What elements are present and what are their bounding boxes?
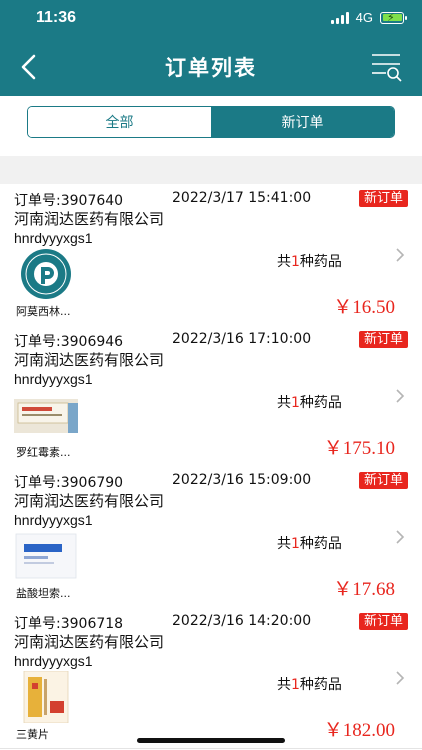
- order-card[interactable]: 订单号:3906718 2022/3/16 14:20:00 新订单 河南润达医…: [0, 607, 422, 749]
- status-badge: 新订单: [358, 613, 408, 630]
- account-id: hnrdyyyxgs1: [14, 653, 93, 669]
- status-badge: 新订单: [358, 190, 408, 207]
- tab-bar: 全部 新订单: [0, 96, 422, 156]
- item-count: 共1种药品: [277, 536, 342, 552]
- company-name: 河南润达医药有限公司: [14, 210, 165, 228]
- item-count: 共1种药品: [277, 254, 342, 270]
- account-id: hnrdyyyxgs1: [14, 512, 93, 528]
- order-datetime: 2022/3/16 17:10:00: [172, 331, 312, 347]
- order-card[interactable]: 订单号:3906790 2022/3/16 15:09:00 新订单 河南润达医…: [0, 466, 422, 608]
- order-number: 订单号:3906946: [14, 334, 124, 350]
- account-id: hnrdyyyxgs1: [14, 230, 93, 246]
- battery-icon: ⚡: [380, 11, 407, 24]
- order-datetime: 2022/3/17 15:41:00: [172, 190, 312, 206]
- nav-bar: 订单列表: [0, 40, 422, 96]
- product-name: 三黄片: [16, 728, 49, 741]
- segmented-control: 全部 新订单: [27, 106, 395, 138]
- order-price: ￥182.00: [323, 720, 395, 741]
- order-price: ￥17.68: [333, 579, 395, 600]
- product-name: 阿莫西林...: [16, 305, 71, 318]
- status-badge: 新订单: [358, 472, 408, 489]
- product-name: 罗红霉素...: [16, 446, 71, 459]
- filter-search-button[interactable]: [370, 52, 404, 82]
- chevron-right-icon: [396, 248, 405, 262]
- signal-icon: [330, 11, 349, 24]
- order-price: ￥16.50: [333, 297, 395, 318]
- company-name: 河南润达医药有限公司: [14, 351, 165, 369]
- filter-search-icon: [372, 54, 402, 82]
- company-name: 河南润达医药有限公司: [14, 492, 165, 510]
- order-number: 订单号:3906790: [14, 475, 124, 491]
- home-indicator: [137, 738, 285, 743]
- status-time: 11:36: [36, 9, 77, 26]
- item-count: 共1种药品: [277, 677, 342, 693]
- status-bar: 11:36 4G ⚡: [0, 0, 422, 40]
- order-card[interactable]: 订单号:3907640 2022/3/17 15:41:00 新订单 河南润达医…: [0, 184, 422, 326]
- section-divider: [0, 156, 422, 184]
- product-thumbnail: [23, 671, 69, 723]
- tab-new-orders[interactable]: 新订单: [211, 107, 394, 137]
- page-title: 订单列表: [165, 56, 257, 80]
- chevron-right-icon: [396, 389, 405, 403]
- order-datetime: 2022/3/16 15:09:00: [172, 472, 312, 488]
- item-count: 共1种药品: [277, 395, 342, 411]
- chevron-right-icon: [396, 530, 405, 544]
- chevron-right-icon: [396, 671, 405, 685]
- status-indicators: 4G ⚡: [330, 10, 407, 25]
- product-thumbnail: [15, 533, 77, 579]
- order-price: ￥175.10: [323, 438, 395, 459]
- order-number: 订单号:3907640: [14, 193, 124, 209]
- product-thumbnail: [21, 249, 71, 299]
- tab-all[interactable]: 全部: [28, 107, 211, 137]
- order-number: 订单号:3906718: [14, 616, 124, 632]
- product-name: 盐酸坦索...: [16, 587, 71, 600]
- status-badge: 新订单: [358, 331, 408, 348]
- network-type: 4G: [355, 10, 373, 25]
- company-name: 河南润达医药有限公司: [14, 633, 165, 651]
- order-datetime: 2022/3/16 14:20:00: [172, 613, 312, 629]
- account-id: hnrdyyyxgs1: [14, 371, 93, 387]
- order-card[interactable]: 订单号:3906946 2022/3/16 17:10:00 新订单 河南润达医…: [0, 325, 422, 467]
- product-thumbnail: [14, 399, 78, 433]
